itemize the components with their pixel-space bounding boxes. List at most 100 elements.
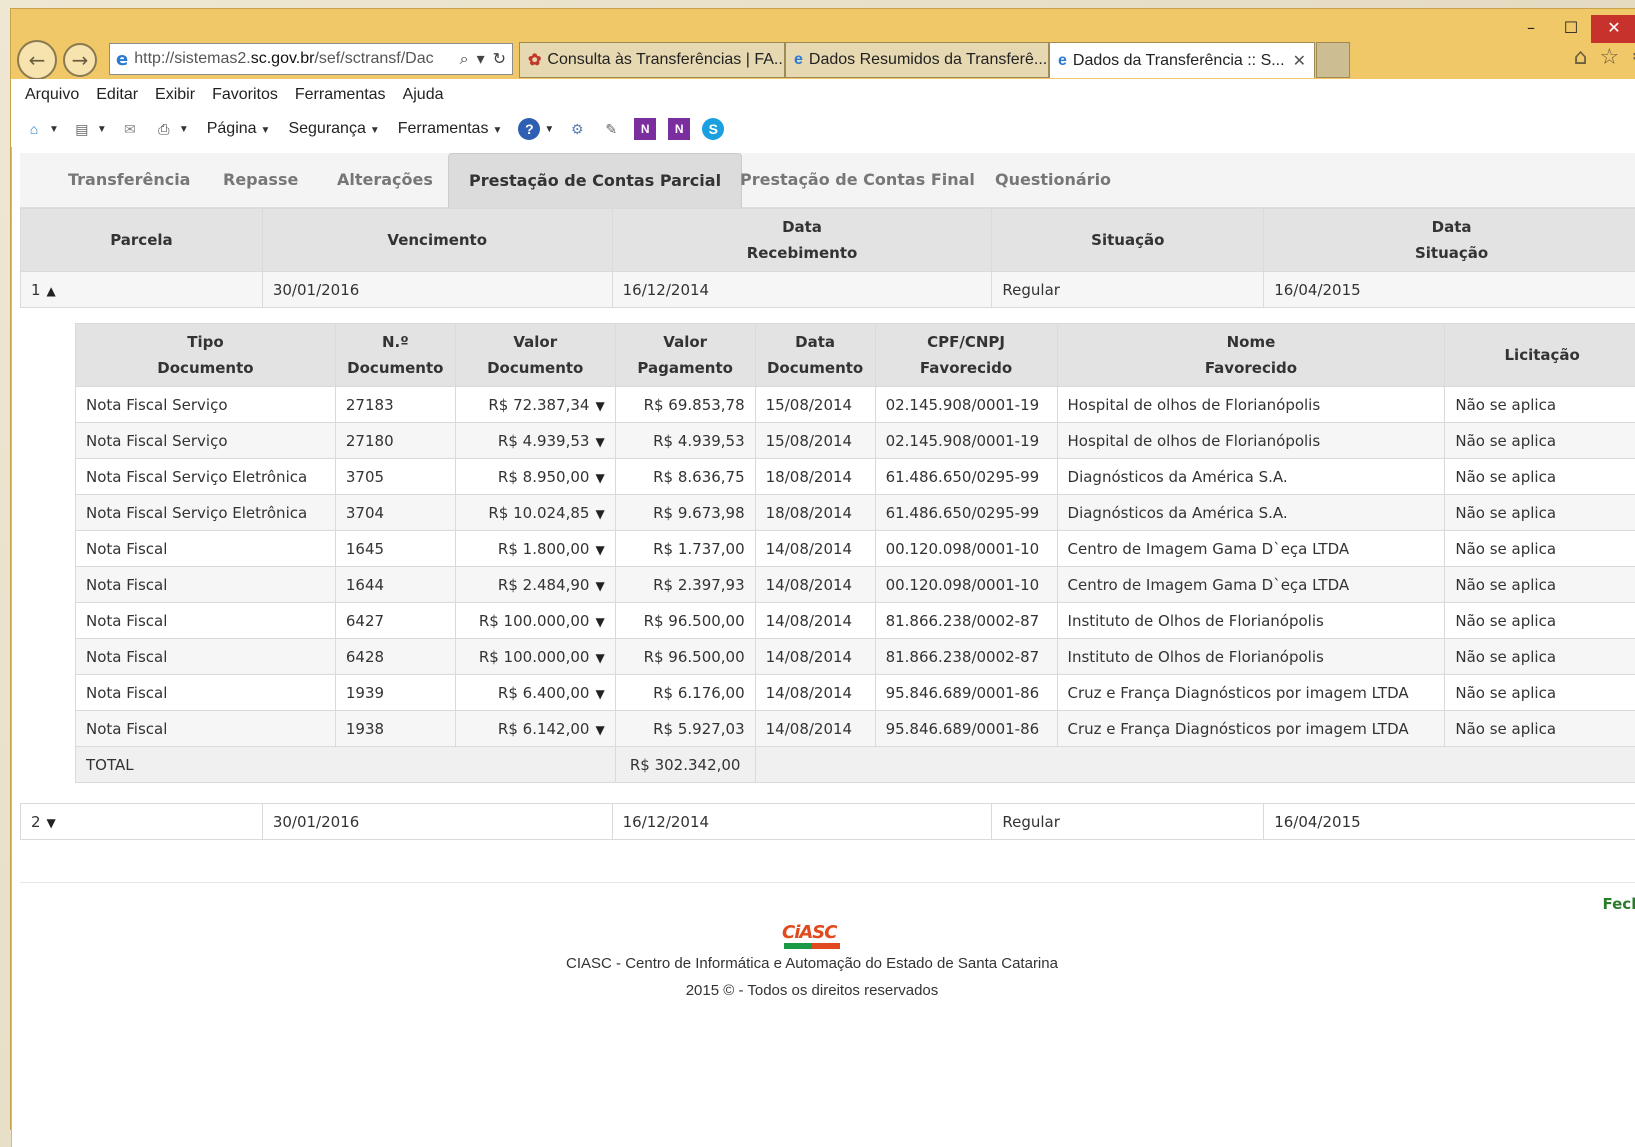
cell-licitacao: Não se aplica — [1445, 567, 1635, 603]
table-header-row: Parcela Vencimento DataRecebimento Situa… — [21, 209, 1635, 272]
table-row: Nota Fiscal1939R$ 6.400,00▼R$ 6.176,0014… — [76, 675, 1635, 711]
forward-button[interactable]: → — [63, 43, 97, 77]
content-tabs: Transferência Repasse Alterações Prestaç… — [20, 153, 1635, 208]
print-icon[interactable]: ⎙ — [153, 118, 175, 140]
chevron-down-icon[interactable]: ▼ — [595, 543, 604, 557]
tab-transferencia[interactable]: Transferência — [68, 153, 190, 207]
menu-exibir[interactable]: Exibir — [155, 86, 195, 104]
table-row[interactable]: 1▲ 30/01/2016 16/12/2014 Regular 16/04/2… — [21, 272, 1635, 308]
ie-page-icon: e — [794, 51, 803, 69]
table-row: Nota Fiscal Serviço27183R$ 72.387,34▼R$ … — [76, 387, 1635, 423]
chevron-down-icon[interactable]: ▼ — [595, 435, 604, 449]
cell-valor-documento: R$ 2.484,90▼ — [455, 567, 615, 603]
site-favicon-icon: ✿ — [528, 50, 541, 70]
cell-valor-pagamento: R$ 96.500,00 — [615, 603, 755, 639]
chevron-down-icon[interactable]: ▼ — [595, 723, 604, 737]
cell-data-documento: 18/08/2014 — [755, 495, 875, 531]
cell-nome-favorecido: Instituto de Olhos de Florianópolis — [1057, 639, 1445, 675]
chevron-down-icon[interactable]: ▼ — [97, 124, 107, 135]
onenote-icon[interactable]: N — [634, 118, 656, 140]
chevron-down-icon[interactable]: ▼ — [179, 124, 189, 135]
logo-text: CiASC — [782, 922, 836, 943]
tab-questionario[interactable]: Questionário — [995, 153, 1111, 207]
search-icon[interactable]: ⌕ — [460, 49, 469, 69]
address-bar[interactable]: e http://sistemas2.sc.gov.br/sef/sctrans… — [109, 43, 513, 75]
documentos-body: Nota Fiscal Serviço27183R$ 72.387,34▼R$ … — [76, 387, 1635, 747]
dropdown-icon[interactable]: ▾ — [477, 49, 485, 69]
cell-valor-documento: R$ 72.387,34▼ — [455, 387, 615, 423]
cell-nome-favorecido: Cruz e França Diagnósticos por imagem LT… — [1057, 675, 1445, 711]
favorites-star-icon[interactable]: ☆ — [1600, 45, 1620, 70]
address-url[interactable]: http://sistemas2.sc.gov.br/sef/sctransf/… — [134, 50, 459, 68]
feeds-icon[interactable]: ▤ — [71, 118, 93, 140]
close-tab-icon[interactable]: ✕ — [1293, 51, 1306, 71]
chevron-down-icon[interactable]: ▼ — [595, 615, 604, 629]
browser-tab-dados-transferencia[interactable]: e Dados da Transferência :: S... ✕ — [1049, 42, 1315, 78]
chevron-down-icon[interactable]: ▼ — [595, 399, 604, 413]
new-tab-button[interactable] — [1316, 42, 1350, 78]
chevron-down-icon[interactable]: ▼ — [595, 471, 604, 485]
cell-cpf-cnpj: 00.120.098/0001-10 — [875, 531, 1057, 567]
home-icon[interactable]: ⌂ — [23, 118, 45, 140]
research-icon[interactable]: ✎ — [600, 118, 622, 140]
maximize-button[interactable]: ☐ — [1551, 15, 1591, 43]
tab-prestacao-final[interactable]: Prestação de Contas Final — [740, 153, 975, 207]
chevron-up-icon[interactable]: ▲ — [47, 284, 56, 298]
cell-data-documento: 14/08/2014 — [755, 675, 875, 711]
col-tipo-documento: TipoDocumento — [76, 324, 336, 387]
cell-numero: 1938 — [335, 711, 455, 747]
refresh-icon[interactable]: ↻ — [493, 49, 506, 69]
tab-prestacao-parcial[interactable]: Prestação de Contas Parcial — [448, 153, 742, 208]
tab-repasse[interactable]: Repasse — [223, 153, 298, 207]
cell-cpf-cnpj: 95.846.689/0001-86 — [875, 711, 1057, 747]
menu-bar: Arquivo Editar Exibir Favoritos Ferramen… — [11, 79, 1635, 111]
chevron-down-icon[interactable]: ▼ — [544, 124, 554, 135]
menu-ferramentas[interactable]: Ferramentas — [295, 86, 386, 104]
cell-valor-documento: R$ 4.939,53▼ — [455, 423, 615, 459]
menu-editar[interactable]: Editar — [96, 86, 138, 104]
gear-icon[interactable]: ⚙ — [1631, 45, 1635, 70]
cell-valor-documento: R$ 10.024,85▼ — [455, 495, 615, 531]
fechar-link[interactable]: Fecha — [1602, 895, 1635, 913]
cell-nome-favorecido: Centro de Imagem Gama D`eça LTDA — [1057, 567, 1445, 603]
mail-icon[interactable]: ✉ — [119, 118, 141, 140]
browser-tab-dados-resumidos[interactable]: e Dados Resumidos da Transferê... — [785, 42, 1049, 78]
cell-valor-pagamento: R$ 1.737,00 — [615, 531, 755, 567]
home-icon[interactable]: ⌂ — [1574, 45, 1588, 70]
help-icon[interactable]: ? — [518, 118, 540, 140]
menu-favoritos[interactable]: Favoritos — [212, 86, 278, 104]
settings-gear-icon[interactable]: ⚙ — [566, 118, 588, 140]
pagina-menu[interactable]: Página▼ — [207, 120, 271, 138]
chevron-down-icon[interactable]: ▼ — [595, 507, 604, 521]
tab-alteracoes[interactable]: Alterações — [337, 153, 433, 207]
ferramentas-menu[interactable]: Ferramentas▼ — [398, 120, 503, 138]
cell-licitacao: Não se aplica — [1445, 675, 1635, 711]
chevron-down-icon[interactable]: ▼ — [595, 579, 604, 593]
total-value: R$ 302.342,00 — [615, 747, 755, 783]
cell-valor-documento: R$ 6.400,00▼ — [455, 675, 615, 711]
close-window-button[interactable]: ✕ — [1591, 15, 1635, 43]
cell-nome-favorecido: Hospital de olhos de Florianópolis — [1057, 423, 1445, 459]
table-row: Nota Fiscal6428R$ 100.000,00▼R$ 96.500,0… — [76, 639, 1635, 675]
footer-rights: 2015 © - Todos os direitos reservados — [12, 982, 1612, 999]
menu-ajuda[interactable]: Ajuda — [403, 86, 444, 104]
browser-toolbar-right: ⌂ ☆ ⚙ — [1574, 45, 1635, 70]
chevron-down-icon[interactable]: ▼ — [595, 651, 604, 665]
skype-icon[interactable]: S — [702, 118, 724, 140]
table-row[interactable]: 2▼ 30/01/2016 16/12/2014 Regular 16/04/2… — [21, 804, 1635, 840]
cell-data-documento: 14/08/2014 — [755, 531, 875, 567]
table-row: Nota Fiscal Serviço Eletrônica3705R$ 8.9… — [76, 459, 1635, 495]
table-row: Nota Fiscal Serviço27180R$ 4.939,53▼R$ 4… — [76, 423, 1635, 459]
onenote-linked-icon[interactable]: N — [668, 118, 690, 140]
chevron-down-icon[interactable]: ▼ — [595, 687, 604, 701]
menu-arquivo[interactable]: Arquivo — [25, 86, 79, 104]
browser-tab-consulta[interactable]: ✿ Consulta às Transferências | FA... — [519, 42, 785, 78]
seguranca-menu[interactable]: Segurança▼ — [288, 120, 379, 138]
minimize-button[interactable]: – — [1511, 15, 1551, 43]
cell-cpf-cnpj: 00.120.098/0001-10 — [875, 567, 1057, 603]
back-button[interactable]: ← — [17, 40, 57, 80]
arrow-right-icon: → — [72, 48, 89, 72]
chevron-down-icon[interactable]: ▼ — [49, 124, 59, 135]
chevron-down-icon[interactable]: ▼ — [47, 816, 56, 830]
col-numero-documento: N.ºDocumento — [335, 324, 455, 387]
